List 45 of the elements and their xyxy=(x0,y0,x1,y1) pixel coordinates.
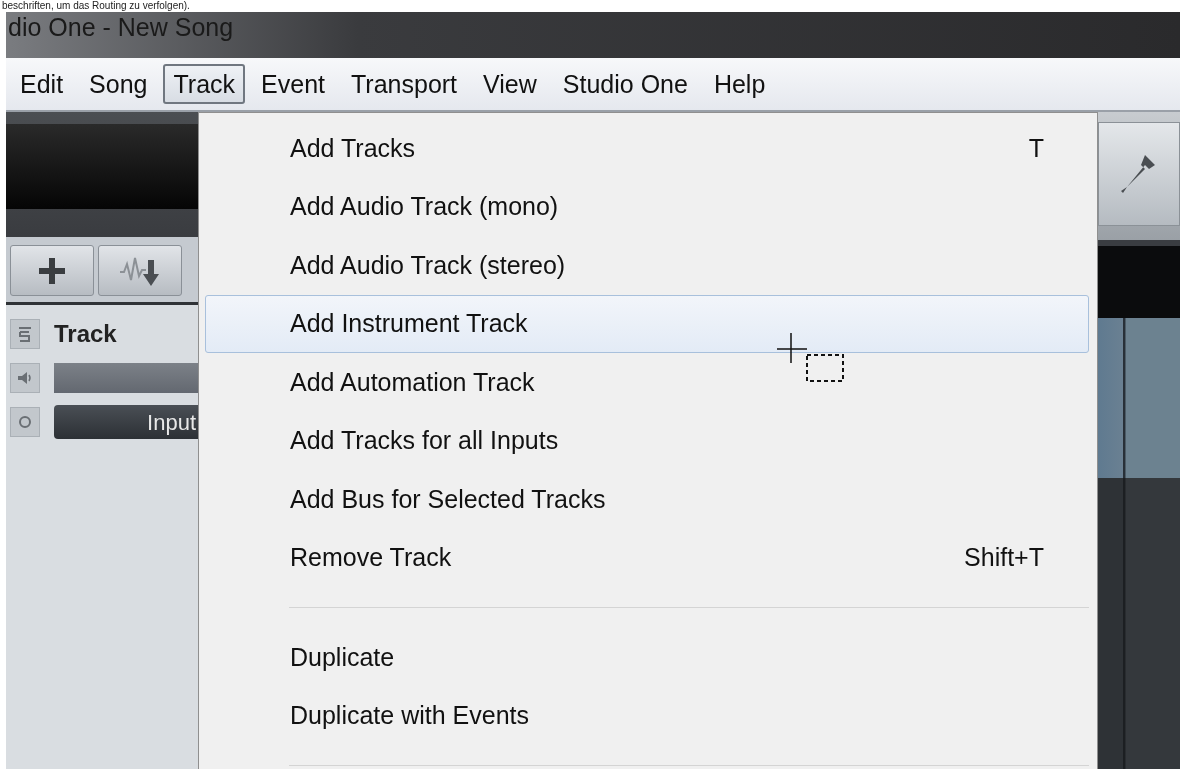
plus-icon xyxy=(37,255,67,286)
menu-item-label: Add Automation Track xyxy=(290,366,535,398)
menu-bar-item[interactable]: View xyxy=(473,64,547,104)
menu-item[interactable]: Add Audio Track (stereo) xyxy=(205,236,1089,295)
menu-bar-item[interactable]: Studio One xyxy=(552,64,698,104)
monitor-button[interactable] xyxy=(10,363,40,393)
track-name: Track xyxy=(54,319,117,349)
circle-icon xyxy=(18,415,32,429)
menu-item-label: Duplicate with Events xyxy=(290,700,529,731)
menu-item-label: Add Audio Track (mono) xyxy=(290,191,559,222)
solo-button[interactable] xyxy=(10,319,40,349)
shortcut-text: T xyxy=(1028,132,1044,164)
menu-bar-item[interactable]: Transport xyxy=(341,64,468,104)
eyedropper-button[interactable] xyxy=(1098,122,1180,226)
menu-bar-item[interactable]: Song xyxy=(79,64,158,104)
shortcut-text: Shift+T xyxy=(964,542,1044,573)
caption-text: beschriften, um das Routing zu verfolgen). xyxy=(1,0,191,12)
menu-item[interactable]: Duplicate with Events xyxy=(205,686,1089,745)
crosshair-cursor-icon xyxy=(777,333,845,383)
menu-item[interactable]: Add Automation Track xyxy=(205,353,1089,412)
speaker-icon xyxy=(17,371,33,385)
input-selector[interactable]: Input xyxy=(54,405,198,439)
window-title: dio One - New Song xyxy=(8,12,234,42)
menu-bar-item[interactable]: Event xyxy=(251,64,335,104)
menu-bar-item[interactable]: Help xyxy=(703,64,776,104)
menu-item-label: Add Audio Track (stereo) xyxy=(290,249,566,281)
menu-item-label: Add Tracks xyxy=(290,132,416,164)
menu-item[interactable]: Add Tracks for all Inputs xyxy=(205,411,1089,470)
menu-item[interactable]: Duplicate xyxy=(205,628,1089,687)
menu-bar-item[interactable]: Edit xyxy=(10,64,74,104)
menu-item-label: Add Tracks for all Inputs xyxy=(290,425,559,456)
record-button[interactable] xyxy=(10,407,40,437)
menu-item-label: Remove Track xyxy=(290,542,452,573)
menu-item[interactable]: Add Tracks T xyxy=(205,119,1089,178)
add-button[interactable] xyxy=(10,245,94,296)
menu-item[interactable]: Add Bus for Selected Tracks xyxy=(205,470,1089,529)
menu-item[interactable]: Add Instrument Track xyxy=(205,294,1089,353)
menu-item-label: Duplicate xyxy=(290,641,395,673)
menu-bar-item[interactable]: Track xyxy=(163,64,246,104)
lines-icon xyxy=(18,326,32,342)
menu-item-label: Add Bus for Selected Tracks xyxy=(290,483,606,515)
menu-item[interactable]: Add Audio Track (mono) xyxy=(205,177,1089,236)
import-button[interactable] xyxy=(98,245,182,296)
menu-item-label: Add Instrument Track xyxy=(290,308,528,339)
menu-item[interactable]: Remove Track Shift+T xyxy=(205,528,1089,587)
